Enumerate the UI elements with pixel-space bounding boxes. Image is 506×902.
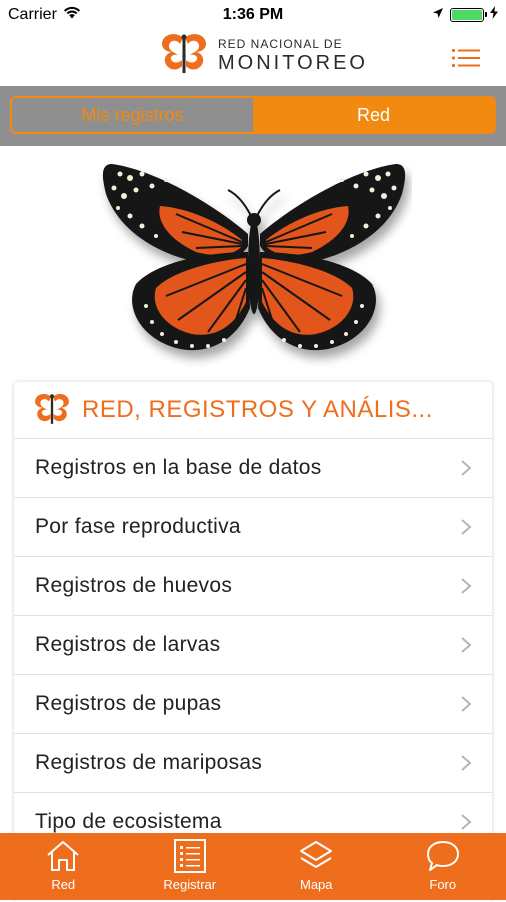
segment-bar: Mis registros Red (0, 86, 506, 146)
layers-icon (298, 839, 334, 873)
list-item-registros-pupas[interactable]: Registros de pupas (14, 675, 492, 734)
status-bar: Carrier 1:36 PM (0, 0, 506, 30)
list-item-label: Registros en la base de datos (35, 456, 322, 480)
list-menu-icon (452, 48, 480, 68)
butterfly-logo-icon (158, 32, 210, 78)
list-item-label: Registros de larvas (35, 633, 220, 657)
list-item-fase-reproductiva[interactable]: Por fase reproductiva (14, 498, 492, 557)
chevron-right-icon (460, 518, 472, 536)
chevron-right-icon (460, 636, 472, 654)
list-item-registros-huevos[interactable]: Registros de huevos (14, 557, 492, 616)
status-time: 1:36 PM (0, 6, 506, 24)
chevron-right-icon (460, 813, 472, 831)
app-logo: RED NACIONAL DE MONITOREO (158, 32, 368, 78)
tab-foro[interactable]: Foro (380, 833, 506, 900)
segment-red[interactable]: Red (253, 98, 494, 132)
butterfly-logo-icon (32, 392, 72, 428)
list-item-label: Registros de pupas (35, 692, 221, 716)
card-title: RED, REGISTROS Y ANÁLIS... (82, 396, 433, 424)
logo-line2: MONITOREO (218, 53, 368, 73)
analysis-card: RED, REGISTROS Y ANÁLIS... Registros en … (14, 382, 492, 902)
list-item-label: Por fase reproductiva (35, 515, 241, 539)
list-item-label: Registros de mariposas (35, 751, 262, 775)
list-item-label: Tipo de ecosistema (35, 810, 222, 834)
tab-registrar[interactable]: Registrar (127, 833, 254, 900)
list-item-registros-mariposas[interactable]: Registros de mariposas (14, 734, 492, 793)
battery-icon (450, 8, 484, 22)
list-item-registros-base-datos[interactable]: Registros en la base de datos (14, 439, 492, 498)
tab-label: Foro (429, 877, 456, 892)
chat-bubble-icon (425, 839, 461, 873)
tab-label: Mapa (300, 877, 333, 892)
tab-mapa[interactable]: Mapa (253, 833, 380, 900)
app-header: RED NACIONAL DE MONITOREO (0, 30, 506, 86)
list-item-label: Registros de huevos (35, 574, 232, 598)
home-icon (45, 839, 81, 873)
tab-red[interactable]: Red (0, 833, 127, 900)
chevron-right-icon (460, 754, 472, 772)
hero-butterfly-image (96, 156, 412, 370)
card-header: RED, REGISTROS Y ANÁLIS... (14, 382, 492, 439)
tab-label: Registrar (163, 877, 216, 892)
tab-bar: Red Registrar Mapa Foro (0, 833, 506, 900)
segmented-control: Mis registros Red (10, 96, 496, 134)
chevron-right-icon (460, 695, 472, 713)
chevron-right-icon (460, 577, 472, 595)
list-form-icon (172, 839, 208, 873)
segment-mis-registros[interactable]: Mis registros (12, 98, 253, 132)
chevron-right-icon (460, 459, 472, 477)
list-item-registros-larvas[interactable]: Registros de larvas (14, 616, 492, 675)
logo-line1: RED NACIONAL DE (218, 38, 368, 50)
menu-button[interactable] (452, 48, 480, 68)
tab-label: Red (51, 877, 75, 892)
